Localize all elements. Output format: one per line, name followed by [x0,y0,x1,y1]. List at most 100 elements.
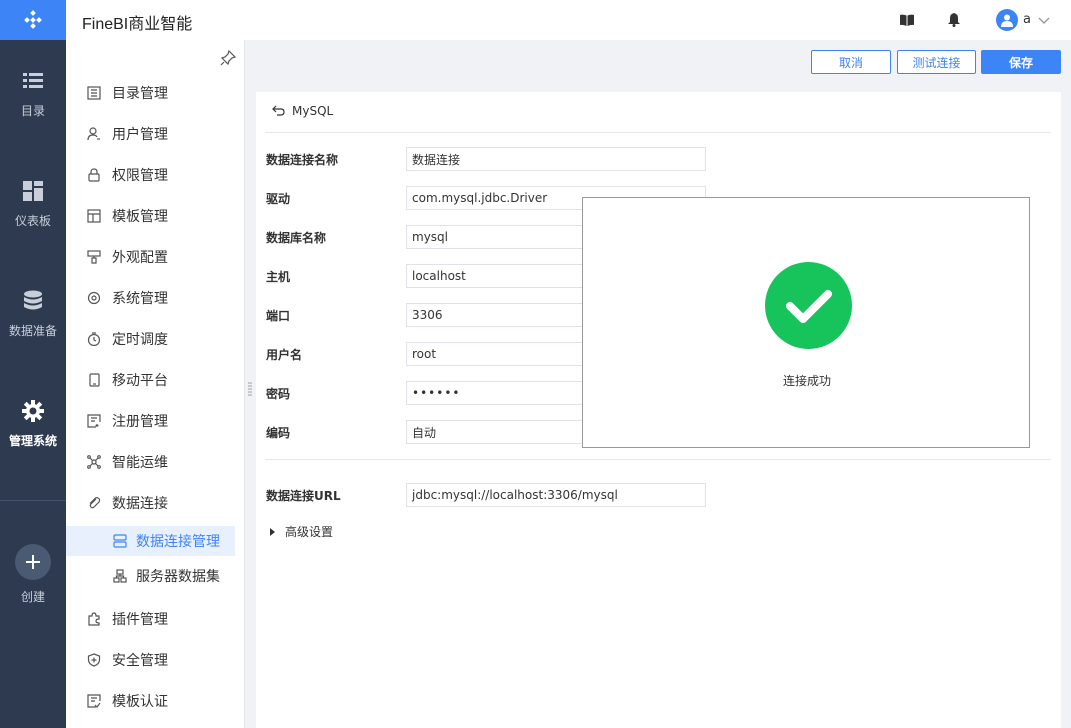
sidebar-item-label: 数据连接 [112,495,168,512]
back-arrow-icon [272,105,285,116]
test-connection-button[interactable]: 测试连接 [897,50,976,74]
field-label-username: 用户名 [266,348,303,362]
sidebar-item-template-certify[interactable]: 模板认证 [66,680,245,721]
field-label-host: 主机 [266,270,291,284]
db-connection-icon [112,533,128,549]
database-icon [22,290,44,312]
sidebar-item-label: 外观配置 [112,249,168,266]
sidebar-item-label: 目录管理 [112,85,168,102]
datasource-type: MySQL [292,104,334,118]
cancel-button[interactable]: 取消 [811,50,891,74]
dialog-message: 连接成功 [782,374,831,388]
rail-label: 创建 [20,589,45,604]
sidebar-item-ops[interactable]: 智能运维 [66,441,245,482]
sidebar-item-users[interactable]: 用户管理 [66,113,245,154]
app-title: FineBI商业智能 [82,16,193,33]
sidebar-item-permissions[interactable]: 权限管理 [66,154,245,195]
rail-item-catalog[interactable]: 目录 [0,46,66,142]
sidebar-item-data-connection[interactable]: 数据连接 [66,482,245,523]
user-manage-icon [86,126,102,142]
sidebar-item-label: 注册管理 [112,413,168,430]
sidebar-item-label: 模板管理 [112,208,168,225]
sidebar-item-security[interactable]: 安全管理 [66,639,245,680]
check-icon [765,262,852,349]
caret-right-icon [270,527,275,536]
admin-sidebar: 目录管理 用户管理 权限管理 模板管理 外观配置 系统管理 定时调度 移动平台 … [66,40,245,728]
save-button[interactable]: 保存 [981,50,1061,74]
rail-label: 管理系统 [8,433,57,448]
sidebar-item-templates[interactable]: 模板管理 [66,195,245,236]
field-label-driver: 驱动 [266,192,291,206]
timer-icon [86,331,102,347]
sidebar-item-label: 移动平台 [112,372,168,389]
field-label-name: 数据连接名称 [266,153,339,167]
sidebar-item-label: 安全管理 [112,652,168,669]
rail-label: 数据准备 [8,323,57,338]
connection-name-input[interactable]: 数据连接 [406,147,706,171]
field-label-database: 数据库名称 [266,231,327,245]
user-icon[interactable] [996,9,1018,31]
link-icon [86,495,102,511]
register-icon [86,413,102,429]
app-logo[interactable] [0,0,66,40]
rail-label: 目录 [20,103,45,118]
sidebar-subitem-server-dataset[interactable]: 服务器数据集 [66,561,245,591]
sidebar-subitem-connection-manage[interactable]: 数据连接管理 [66,526,235,556]
pin-icon[interactable] [220,49,237,66]
settings-icon [86,290,102,306]
rail-item-dashboard[interactable]: 仪表板 [0,156,66,252]
server-dataset-icon [112,568,128,584]
chevron-down-icon[interactable] [1037,12,1051,26]
sidebar-subitem-label: 服务器数据集 [136,569,220,585]
shield-icon [86,652,102,668]
logo-icon [24,10,42,29]
divider [265,132,1051,133]
connection-success-dialog: 连接成功 [582,197,1030,448]
book-icon[interactable] [898,11,916,29]
sidebar-item-label: 模板认证 [112,693,168,710]
lock-icon [86,167,102,183]
rail-label: 仪表板 [14,213,51,228]
dashboard-icon [22,180,44,202]
sidebar-item-label: 智能运维 [112,454,168,471]
bell-icon[interactable] [945,11,963,29]
resize-handle[interactable] [248,381,252,396]
rail-item-create[interactable]: 创建 [0,526,66,622]
sidebar-item-label: 用户管理 [112,126,168,143]
rail-item-data-prep[interactable]: 数据准备 [0,266,66,362]
catalog-icon [86,85,102,101]
sidebar-item-catalog[interactable]: 目录管理 [66,72,245,113]
advanced-settings-label: 高级设置 [285,525,334,539]
driver-value: com.mysql.jdbc.Driver [412,191,548,205]
plus-icon [15,543,51,580]
app-rail: 目录 仪表板 数据准备 管理系统 创建 [0,0,66,728]
sidebar-item-plugins[interactable]: 插件管理 [66,598,245,639]
field-label-encoding: 编码 [266,426,291,440]
sidebar-item-label: 插件管理 [112,611,168,628]
network-icon [86,454,102,470]
sidebar-item-schedule[interactable]: 定时调度 [66,318,245,359]
sidebar-subitem-label: 数据连接管理 [136,534,220,550]
divider [265,459,1051,460]
rail-item-admin[interactable]: 管理系统 [0,376,66,472]
gear-icon [22,399,44,422]
field-label-url: 数据连接URL [266,489,341,503]
user-name[interactable]: a [1023,12,1031,27]
sidebar-item-appearance[interactable]: 外观配置 [66,236,245,277]
sidebar-item-label: 系统管理 [112,290,168,307]
puzzle-icon [86,611,102,627]
sidebar-item-mobile[interactable]: 移动平台 [66,359,245,400]
template-icon [86,208,102,224]
list-icon [22,70,44,92]
sidebar-item-system[interactable]: 系统管理 [66,277,245,318]
advanced-settings-toggle[interactable]: 高级设置 [270,523,333,540]
connection-url-input[interactable]: jdbc:mysql://localhost:3306/mysql [406,483,706,507]
top-header: FineBI商业智能 a [66,0,1071,40]
sidebar-item-register[interactable]: 注册管理 [66,400,245,441]
sidebar-item-label: 权限管理 [112,167,168,184]
brush-icon [86,249,102,265]
field-label-password: 密码 [266,387,291,401]
rail-divider [0,500,66,501]
back-link[interactable]: MySQL [272,104,333,118]
mobile-icon [86,372,102,388]
